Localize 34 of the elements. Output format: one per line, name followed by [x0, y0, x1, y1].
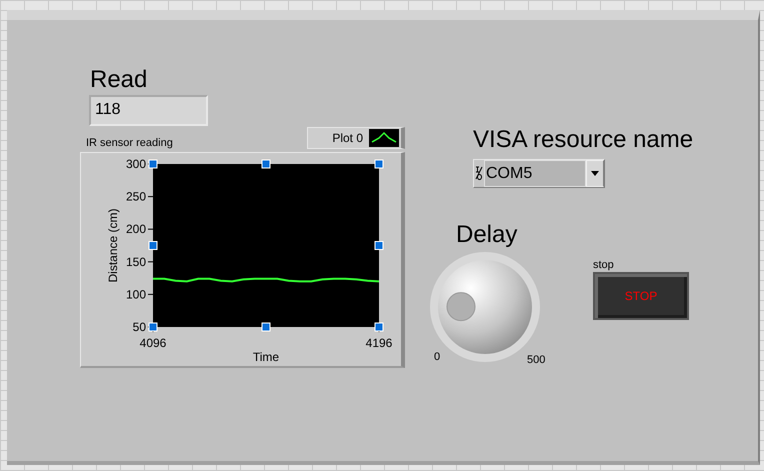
resize-handle[interactable] [374, 160, 384, 168]
resize-handle[interactable] [262, 322, 270, 332]
resize-handle[interactable] [374, 322, 384, 332]
x-axis-title: Time [252, 350, 280, 364]
x-tick-label: 4096 [140, 336, 167, 350]
y-tick-label: 100 [126, 287, 146, 302]
y-tick: 250 [126, 190, 154, 204]
resize-handle[interactable] [374, 241, 384, 250]
y-tick: 150 [126, 254, 154, 269]
y-tick-label: 200 [126, 222, 146, 236]
resize-handle[interactable] [148, 241, 158, 250]
resize-handle[interactable] [148, 160, 158, 168]
x-tick-label: 4196 [366, 336, 393, 350]
y-tick-label: 150 [126, 254, 146, 269]
y-tick: 100 [126, 287, 154, 302]
delay-label: Delay [456, 220, 518, 250]
visa-resource-dropdown[interactable]: COM5 [473, 159, 605, 188]
knob-max-label: 500 [527, 353, 546, 368]
read-label: Read [90, 65, 148, 95]
y-tick-label: 300 [126, 157, 146, 171]
dropdown-value: COM5 [484, 160, 586, 187]
y-tick-label: 50 [132, 320, 146, 334]
visa-label: VISA resource name [473, 125, 694, 155]
resize-handle[interactable] [148, 322, 158, 332]
read-indicator: 118 [89, 95, 208, 126]
y-tick-label: 250 [126, 190, 146, 204]
resize-handle[interactable] [262, 160, 270, 168]
stop-label: stop [593, 258, 614, 273]
y-axis-title: Distance (cm) [106, 208, 120, 282]
graph-label: IR sensor reading [86, 136, 173, 151]
line-sample-icon [369, 129, 399, 147]
y-tick: 200 [126, 222, 154, 236]
legend-label: Plot 0 [332, 130, 363, 147]
knob-min-label: 0 [434, 350, 440, 365]
